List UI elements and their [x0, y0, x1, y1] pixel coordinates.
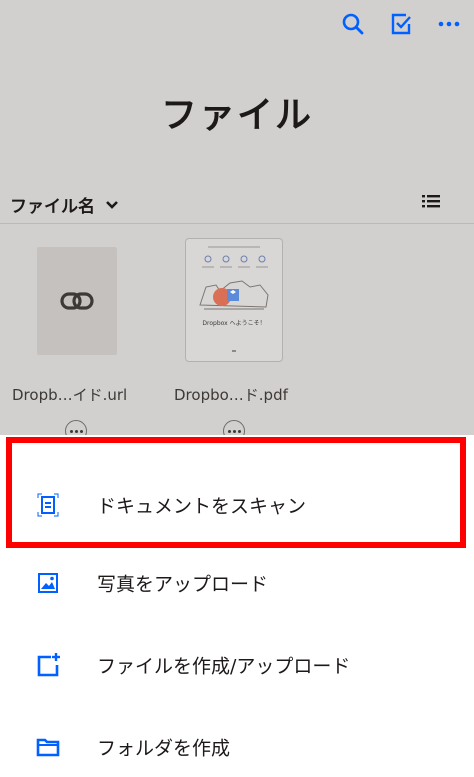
- menu-item-scan-document[interactable]: ドキュメントをスキャン: [0, 475, 474, 535]
- sort-bar: ファイル名: [0, 184, 474, 224]
- more-horizontal-icon: [438, 21, 460, 27]
- sort-button[interactable]: ファイル名: [10, 192, 119, 217]
- menu-item-label: ドキュメントをスキャン: [97, 495, 307, 518]
- file-thumbnail-pdf[interactable]: [185, 238, 283, 362]
- sort-label: ファイル名: [10, 197, 95, 217]
- folder-icon: [36, 738, 60, 757]
- create-action-sheet: ドキュメントをスキャン 写真をアップロード ファイルを作成/アップロード フォル…: [0, 435, 474, 777]
- menu-item-create-upload-file[interactable]: ファイルを作成/アップロード: [0, 635, 474, 695]
- file-browser: ファイル ファイル名 Dropb…イド.url Dropbox へようこそ！ D…: [0, 0, 474, 435]
- file-more-button[interactable]: [223, 420, 245, 435]
- menu-item-label: ファイルを作成/アップロード: [97, 655, 351, 678]
- select-checkbox-icon: [391, 13, 411, 35]
- pdf-preview-illustration: [199, 246, 269, 352]
- view-toggle-button[interactable]: [422, 192, 440, 214]
- menu-item-label: 写真をアップロード: [97, 573, 269, 596]
- file-create-icon: [37, 653, 60, 677]
- select-button[interactable]: [386, 9, 416, 39]
- file-thumbnail-url[interactable]: [37, 247, 117, 355]
- file-name[interactable]: Dropbo…ド.pdf: [174, 384, 288, 405]
- top-toolbar: [338, 6, 464, 42]
- photo-upload-icon: [38, 573, 58, 593]
- file-more-button[interactable]: [65, 420, 87, 435]
- menu-item-create-folder[interactable]: フォルダを作成: [0, 717, 474, 777]
- more-options-button[interactable]: [434, 9, 464, 39]
- document-scan-icon: [37, 493, 59, 517]
- menu-item-upload-photo[interactable]: 写真をアップロード: [0, 553, 474, 613]
- page-title: ファイル: [160, 95, 313, 136]
- search-button[interactable]: [338, 9, 368, 39]
- menu-item-label: フォルダを作成: [97, 737, 231, 760]
- link-icon: [60, 292, 94, 310]
- list-view-icon: [422, 195, 440, 208]
- chevron-down-icon: [106, 200, 118, 209]
- pdf-thumbnail-caption: Dropbox へようこそ！: [202, 320, 266, 327]
- file-name[interactable]: Dropb…イド.url: [12, 384, 127, 405]
- search-icon: [342, 13, 364, 35]
